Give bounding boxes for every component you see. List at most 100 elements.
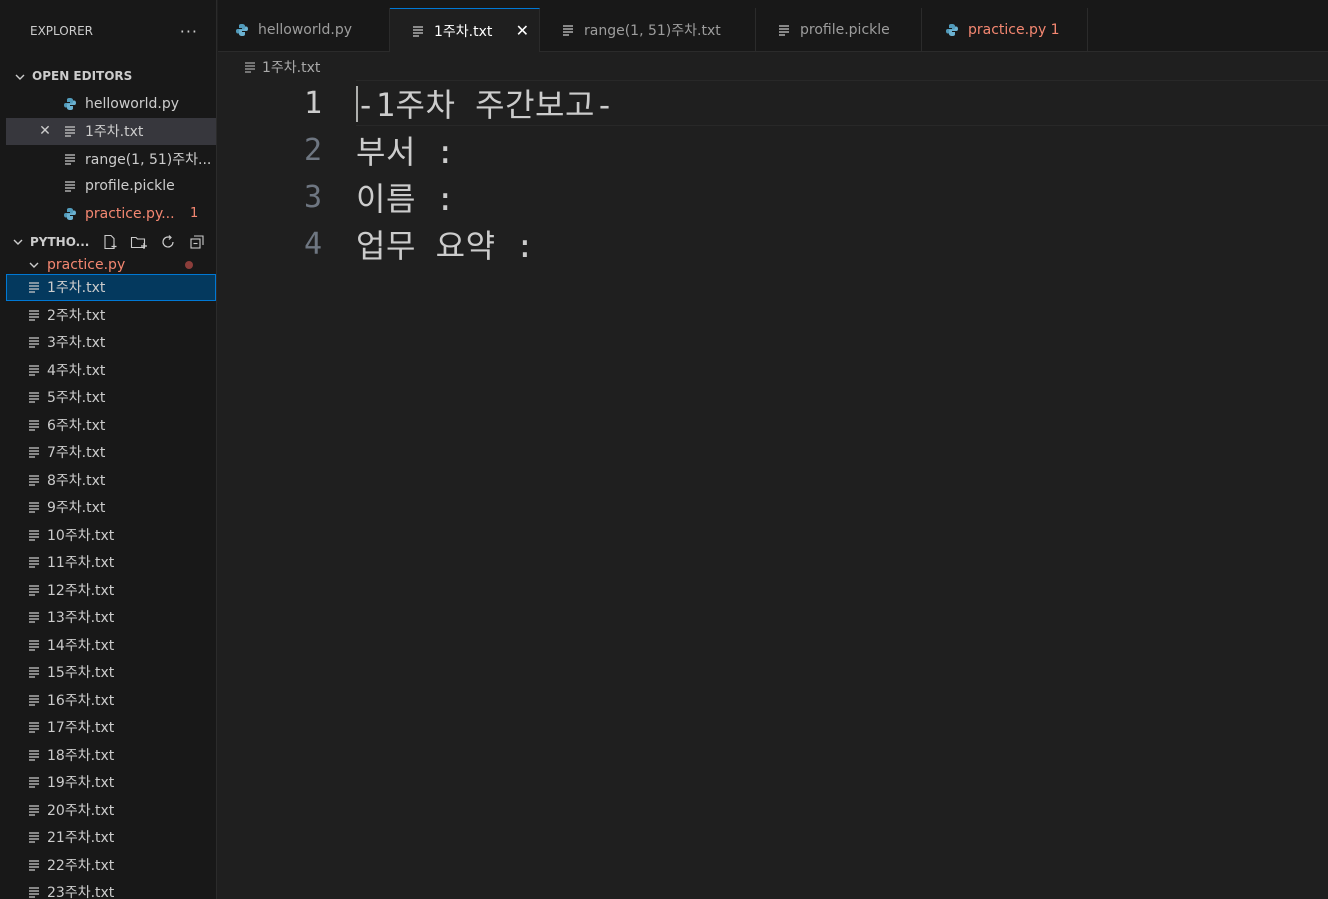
- file-tree-item[interactable]: 21주차.txt: [6, 824, 216, 852]
- file-tree: 1주차.txt 2주차.txt 3주차.txt 4주차.txt 5주차.txt 6주차.t…: [6, 273, 216, 899]
- workspace-title: PYTHO...: [30, 234, 90, 249]
- file-tree-item[interactable]: 17주차.txt: [6, 714, 216, 742]
- tab-profile-pickle[interactable]: profile.pickle: [756, 8, 922, 51]
- text-file-icon: [27, 584, 41, 596]
- text-file-icon: [27, 556, 41, 568]
- file-tree-label: 9주차.txt: [47, 500, 106, 517]
- open-editor-item[interactable]: range(1, 51)주차...: [6, 145, 216, 173]
- file-tree-label: 3주차.txt: [47, 335, 106, 352]
- editor-line[interactable]: 3 이름 :: [218, 174, 1328, 220]
- tab-label: 1주차.txt: [434, 23, 493, 40]
- file-tree-label: 21주차.txt: [47, 830, 115, 847]
- text-file-icon: [27, 364, 41, 376]
- text-file-icon: [27, 474, 41, 486]
- tab-helloworld[interactable]: helloworld.py: [218, 8, 390, 51]
- new-folder-icon[interactable]: [129, 232, 149, 252]
- file-tree-item[interactable]: 2주차.txt: [6, 301, 216, 329]
- file-tree-item[interactable]: 20주차.txt: [6, 796, 216, 824]
- open-editor-item[interactable]: profile.pickle: [6, 173, 216, 201]
- tab-1ju-txt[interactable]: 1주차.txt ✕: [390, 8, 540, 52]
- text-file-icon: [27, 281, 41, 293]
- new-file-icon[interactable]: [100, 232, 120, 252]
- text-file-icon: [27, 886, 41, 898]
- folder-row[interactable]: practice.py: [6, 256, 216, 274]
- file-tree-item[interactable]: 18주차.txt: [6, 741, 216, 769]
- file-tree-item[interactable]: 3주차.txt: [6, 329, 216, 357]
- file-tree-label: 16주차.txt: [47, 692, 115, 709]
- file-tree-item[interactable]: 1주차.txt: [6, 273, 216, 301]
- open-editor-label: profile.pickle: [85, 178, 175, 195]
- close-icon[interactable]: ✕: [37, 123, 53, 139]
- file-tree-item[interactable]: 15주차.txt: [6, 659, 216, 687]
- file-tree-item[interactable]: 10주차.txt: [6, 521, 216, 549]
- more-actions-icon[interactable]: ···: [180, 22, 198, 41]
- editor-tabs: helloworld.py 1주차.txt ✕ range(1, 51)주차.t…: [218, 8, 1328, 52]
- line-number: 4: [303, 226, 322, 262]
- open-editors-header[interactable]: OPEN EDITORS: [6, 62, 216, 90]
- file-tree-label: 20주차.txt: [47, 802, 115, 819]
- line-text[interactable]: 이름 :: [356, 174, 455, 220]
- line-text[interactable]: 업무 요약 :: [356, 221, 535, 267]
- file-tree-item[interactable]: 8주차.txt: [6, 466, 216, 494]
- python-icon: [62, 97, 78, 111]
- text-file-icon: [27, 804, 41, 816]
- file-tree-item[interactable]: 12주차.txt: [6, 576, 216, 604]
- breadcrumb[interactable]: 1주차.txt: [244, 56, 320, 78]
- file-tree-item[interactable]: 7주차.txt: [6, 439, 216, 467]
- refresh-icon[interactable]: [158, 232, 178, 252]
- text-file-icon: [27, 776, 41, 788]
- text-file-icon: [27, 391, 41, 403]
- file-tree-item[interactable]: 19주차.txt: [6, 769, 216, 797]
- text-file-icon: [27, 529, 41, 541]
- close-icon[interactable]: ✕: [516, 21, 529, 40]
- text-file-icon: [62, 125, 78, 137]
- file-tree-item[interactable]: 5주차.txt: [6, 384, 216, 412]
- open-editor-item[interactable]: practice.py... 1: [6, 200, 216, 228]
- explorer-sidebar: EXPLORER ··· OPEN EDITORS helloworld.py …: [6, 0, 217, 899]
- file-tree-label: 22주차.txt: [47, 857, 115, 874]
- modified-dot: [185, 260, 193, 269]
- file-tree-label: 2주차.txt: [47, 307, 106, 324]
- file-tree-item[interactable]: 9주차.txt: [6, 494, 216, 522]
- chevron-down-icon: [10, 234, 26, 250]
- text-file-icon: [27, 831, 41, 843]
- text-editor[interactable]: 1 -1주차 주간보고- 2 부서 : 3 이름 : 4 업무 요약 :: [218, 80, 1328, 899]
- tab-label: practice.py 1: [968, 21, 1060, 38]
- file-tree-item[interactable]: 6주차.txt: [6, 411, 216, 439]
- file-tree-label: 6주차.txt: [47, 417, 106, 434]
- explorer-title: EXPLORER: [30, 24, 93, 38]
- text-file-icon: [27, 336, 41, 348]
- text-file-icon: [62, 153, 78, 165]
- chevron-down-icon: [26, 257, 42, 273]
- tab-range[interactable]: range(1, 51)주차.txt: [540, 8, 756, 51]
- file-tree-item[interactable]: 4주차.txt: [6, 356, 216, 384]
- open-editors-title: OPEN EDITORS: [32, 69, 133, 83]
- line-text[interactable]: -1주차 주간보고-: [356, 80, 615, 126]
- open-editor-item[interactable]: helloworld.py: [6, 90, 216, 118]
- file-tree-label: 18주차.txt: [47, 747, 115, 764]
- editor-line[interactable]: 1 -1주차 주간보고-: [218, 80, 1328, 126]
- text-file-icon: [27, 749, 41, 761]
- file-tree-item[interactable]: 14주차.txt: [6, 631, 216, 659]
- text-file-icon: [27, 419, 41, 431]
- tab-practice[interactable]: practice.py 1: [922, 8, 1088, 51]
- file-tree-label: 11주차.txt: [47, 555, 115, 572]
- editor-line[interactable]: 4 업무 요약 :: [218, 221, 1328, 267]
- text-file-icon: [244, 61, 256, 73]
- folder-label: practice.py: [47, 256, 126, 273]
- line-text[interactable]: 부서 :: [356, 127, 455, 173]
- file-tree-item[interactable]: 23주차.txt: [6, 879, 216, 899]
- file-tree-item[interactable]: 22주차.txt: [6, 851, 216, 879]
- workspace-header[interactable]: PYTHO...: [6, 228, 216, 256]
- explorer-header: EXPLORER ···: [6, 0, 216, 62]
- collapse-all-icon[interactable]: [187, 232, 207, 252]
- file-tree-item[interactable]: 13주차.txt: [6, 604, 216, 632]
- file-tree-item[interactable]: 11주차.txt: [6, 549, 216, 577]
- open-editor-item-active[interactable]: ✕ 1주차.txt: [6, 117, 216, 145]
- file-tree-item[interactable]: 16주차.txt: [6, 686, 216, 714]
- line-number: 2: [303, 132, 322, 168]
- problem-count-badge: 1: [190, 206, 199, 222]
- editor-line[interactable]: 2 부서 :: [218, 127, 1328, 173]
- file-tree-label: 4주차.txt: [47, 362, 106, 379]
- line-number: 1: [303, 85, 322, 121]
